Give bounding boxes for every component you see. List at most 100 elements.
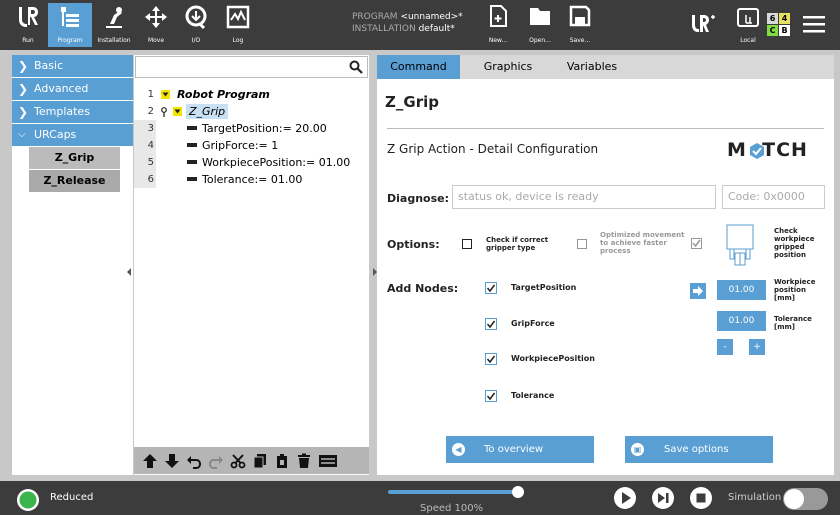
speed-slider[interactable] [388, 486, 524, 498]
speed-knob[interactable] [512, 486, 524, 498]
check-gripper-type-checkbox[interactable] [462, 239, 472, 249]
collapse-left-icon[interactable] [126, 261, 132, 276]
nav-log[interactable]: Log [220, 3, 256, 47]
local-control-icon [737, 8, 759, 27]
redo-icon[interactable] [208, 453, 224, 469]
tab-variables[interactable]: Variables [557, 55, 627, 79]
save-options-button[interactable]: ▣ Save options [625, 436, 773, 463]
category-templates[interactable]: ❯ Templates [12, 101, 133, 123]
tab-command[interactable]: Command [377, 55, 460, 79]
to-overview-button[interactable]: ◀ To overview [446, 436, 594, 463]
paste-icon[interactable] [274, 453, 290, 469]
safety-flags[interactable]: 6 4 C B [767, 13, 791, 37]
robot-arm-icon [106, 7, 122, 28]
urcap-z-grip[interactable]: Z_Grip [29, 147, 120, 169]
add-nodes-label: Add Nodes: [387, 282, 459, 295]
tree-line[interactable]: 6 Tolerance:= 01.00 [134, 171, 369, 188]
node-category-panel: ❯ Basic ❯ Advanced ❯ Templates ⌵ URCaps Z_Gr… [12, 55, 133, 475]
tree-line[interactable]: 2 Z_Grip [134, 103, 369, 120]
line-number: 6 [147, 174, 154, 185]
delete-icon[interactable] [296, 453, 312, 469]
node-tolerance-label: Tolerance [511, 391, 555, 400]
increment-button[interactable]: + [749, 339, 765, 355]
flag-b: B [779, 25, 790, 36]
nav-program[interactable]: Program [48, 3, 92, 47]
power-status-icon[interactable] [16, 488, 40, 512]
open-folder-icon [530, 8, 550, 25]
category-advanced-label: Advanced [34, 82, 89, 95]
program-tree-icon [61, 7, 79, 27]
move-up-icon[interactable] [142, 453, 158, 469]
open-button-label: Open... [529, 37, 551, 44]
nav-move-label: Move [147, 37, 165, 44]
code-field: Code: 0x0000 [722, 185, 825, 209]
tree-search-input[interactable] [135, 56, 368, 78]
save-options-label: Save options [664, 444, 729, 455]
tree-line[interactable]: 1 Robot Program [134, 86, 369, 103]
ur-logo-icon [19, 7, 38, 27]
pin-icon [161, 107, 167, 117]
local-control-button[interactable]: Local [730, 3, 766, 47]
open-button[interactable]: Open... [522, 3, 558, 47]
program-label: PROGRAM [352, 12, 398, 22]
category-advanced[interactable]: ❯ Advanced [12, 78, 133, 100]
cut-icon[interactable] [230, 453, 246, 469]
back-arrow-icon: ◀ [452, 443, 465, 456]
local-label: Local [740, 37, 756, 44]
tree-line[interactable]: 4 GripForce:= 1 [134, 137, 369, 154]
installation-label: INSTALLATION [352, 24, 416, 34]
optimized-movement-checkbox[interactable] [577, 239, 587, 249]
config-title: Z Grip Action - Detail Configuration [387, 142, 599, 156]
tree-line[interactable]: 3 TargetPosition:= 20.00 [134, 120, 369, 137]
tree-node-selected: Z_Grip [186, 104, 229, 119]
tab-graphics[interactable]: Graphics [473, 55, 543, 79]
gripper-position-icon [726, 224, 754, 266]
new-button[interactable]: New... [480, 3, 516, 47]
arrow-right-button[interactable] [690, 283, 706, 299]
tolerance-input[interactable]: 01.00 [717, 311, 766, 331]
nav-program-label: Program [57, 37, 83, 44]
step-icon[interactable] [651, 486, 675, 510]
options-label: Options: [387, 238, 440, 251]
move-down-icon[interactable] [164, 453, 180, 469]
play-icon[interactable] [613, 486, 637, 510]
match-logo: M TCH [727, 139, 825, 163]
assignment-icon [187, 126, 197, 130]
flag-4: 4 [779, 13, 790, 24]
workpiece-position-input[interactable]: 01.00 [717, 280, 766, 300]
node-target-position-label: TargetPosition [511, 283, 577, 292]
save-button[interactable]: Save... [562, 3, 598, 47]
decrement-button[interactable]: - [717, 339, 733, 355]
copy-icon[interactable] [252, 453, 268, 469]
undo-icon[interactable] [186, 453, 202, 469]
node-grip-force-checkbox[interactable] [485, 318, 497, 330]
node-workpiece-position-checkbox[interactable] [485, 353, 497, 365]
urcaps-logo-icon[interactable] [690, 13, 716, 37]
nav-run[interactable]: Run [10, 3, 46, 47]
logo-text: M TCH [727, 139, 808, 161]
expand-triangle-icon[interactable] [161, 90, 170, 99]
tree-node-label: Robot Program [177, 88, 270, 101]
assignment-icon [187, 160, 197, 164]
node-target-position-checkbox[interactable] [485, 282, 497, 294]
simulation-toggle[interactable] [783, 488, 828, 510]
nav-io[interactable]: I/O [178, 3, 214, 47]
tree-line[interactable]: 5 WorkpiecePosition:= 01.00 [134, 154, 369, 171]
urcap-z-release[interactable]: Z_Release [29, 170, 120, 192]
chevron-right-icon: ❯ [18, 59, 29, 73]
suppress-icon[interactable] [318, 453, 338, 469]
match-logo-icon [750, 143, 764, 159]
expand-triangle-icon[interactable] [173, 107, 182, 116]
stop-icon[interactable] [689, 486, 713, 510]
tree-toolbar [134, 447, 369, 474]
node-tolerance-checkbox[interactable] [485, 390, 497, 402]
category-urcaps[interactable]: ⌵ URCaps [12, 124, 133, 146]
category-basic[interactable]: ❯ Basic [12, 55, 133, 77]
checked-disabled-checkbox[interactable] [691, 238, 702, 249]
diagnose-field: status ok, device is ready [452, 185, 716, 209]
nav-installation[interactable]: Installation [94, 3, 134, 47]
chevron-right-icon: ❯ [18, 105, 29, 119]
menu-hamburger-icon[interactable] [800, 13, 828, 35]
nav-move[interactable]: Move [138, 3, 174, 47]
new-button-label: New... [488, 37, 508, 44]
